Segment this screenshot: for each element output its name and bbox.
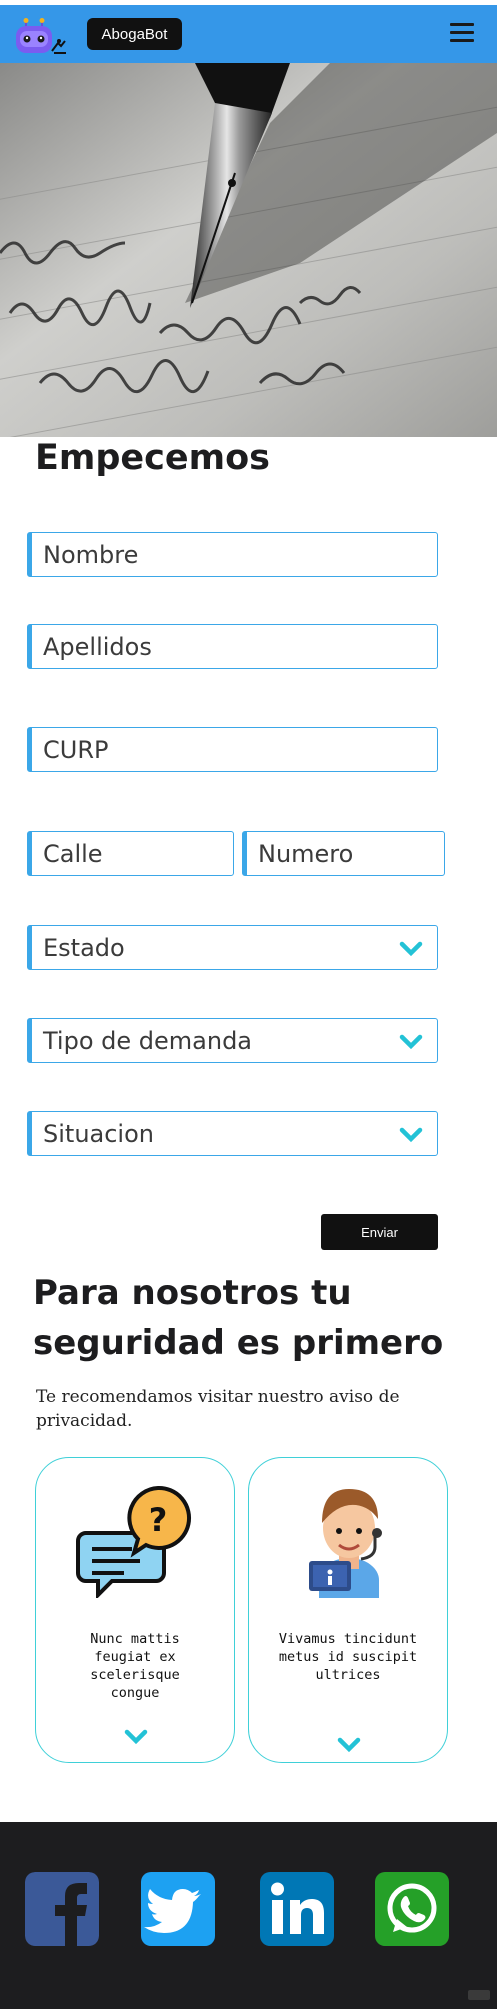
brand-button[interactable]: AbogaBot (87, 18, 182, 50)
twitter-icon[interactable] (141, 1872, 215, 1946)
submit-button[interactable]: Enviar (321, 1214, 438, 1250)
card-text: Nunc mattis feugiat ex scelerisque congu… (90, 1631, 180, 1701)
security-text: Te recomendamos visitar nuestro aviso de… (36, 1387, 400, 1431)
curp-placeholder: CURP (43, 735, 109, 764)
numero-input[interactable]: Numero (242, 831, 445, 876)
whatsapp-icon[interactable] (375, 1872, 449, 1946)
linkedin-icon[interactable] (260, 1872, 334, 1946)
chevron-down-icon[interactable] (124, 1726, 148, 1746)
apellidos-input[interactable]: Apellidos (27, 624, 438, 669)
calle-placeholder: Calle (43, 839, 103, 868)
tipo-demanda-label: Tipo de demanda (43, 1026, 253, 1055)
nombre-placeholder: Nombre (43, 540, 139, 569)
svg-text:?: ? (149, 1501, 168, 1539)
support-agent-icon (309, 1489, 382, 1598)
chevron-down-icon (399, 941, 423, 957)
faq-chat-icon: ? (76, 1485, 191, 1598)
chevron-down-icon (399, 1034, 423, 1050)
corner-badge (468, 1990, 490, 2000)
apellidos-placeholder: Apellidos (43, 632, 152, 661)
tipo-demanda-select[interactable]: Tipo de demanda (27, 1018, 438, 1063)
estado-select[interactable]: Estado (27, 925, 438, 970)
numero-placeholder: Numero (258, 839, 354, 868)
chevron-down-icon (399, 1127, 423, 1143)
info-card-faq[interactable]: ? Nunc mattis feugiat ex scelerisque con… (35, 1457, 235, 1763)
robot-icon[interactable] (12, 17, 68, 55)
situacion-select[interactable]: Situacion (27, 1111, 438, 1156)
estado-label: Estado (43, 933, 125, 962)
form-title: Empecemos (35, 438, 271, 478)
calle-input[interactable]: Calle (27, 831, 234, 876)
navbar: AbogaBot (0, 5, 497, 63)
chevron-down-icon[interactable] (337, 1734, 361, 1754)
info-card-support[interactable]: Vivamus tincidunt metus id suscipit ultr… (248, 1457, 448, 1763)
hamburger-icon[interactable] (450, 23, 474, 47)
card-text: Vivamus tincidunt metus id suscipit ultr… (278, 1631, 418, 1683)
facebook-icon[interactable] (25, 1872, 99, 1946)
situacion-label: Situacion (43, 1119, 154, 1148)
nombre-input[interactable]: Nombre (27, 532, 438, 577)
curp-input[interactable]: CURP (27, 727, 438, 772)
security-title: Para nosotros tu seguridad es primero (33, 1273, 444, 1363)
hero-image (0, 63, 497, 437)
